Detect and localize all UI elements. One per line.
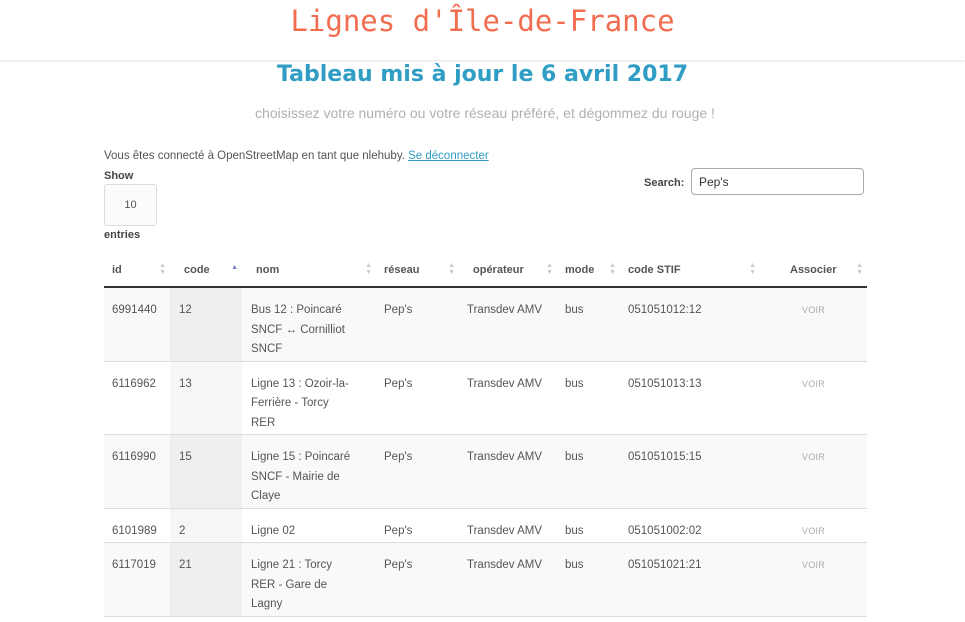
column-header-operateur[interactable]: opérateur ▲ ▼	[459, 254, 557, 288]
cell-id: 6101989	[104, 508, 170, 543]
column-header-mode[interactable]: mode ▲ ▼	[557, 254, 620, 288]
voir-link[interactable]: VOIR	[760, 361, 867, 435]
osm-status-text: Vous êtes connecté à OpenStreetMap en ta…	[104, 150, 405, 162]
sort-both-icon: ▲ ▼	[448, 262, 455, 276]
cell-reseau: Pep's	[376, 361, 459, 435]
table-row[interactable]: 6116962 13 Ligne 13 : Ozoir-la-Ferrière - …	[104, 361, 867, 435]
cell-nom: Ligne 21 : Torcy RER - Gare de Lagny	[242, 542, 376, 617]
cell-reseau: Pep's	[376, 287, 459, 362]
cell-code-stif: 051051002:02	[620, 508, 760, 543]
site-title[interactable]: Lignes d'Île-de-France	[0, 4, 965, 38]
sort-both-icon: ▲ ▼	[365, 262, 372, 276]
cell-operateur: Transdev AMV	[459, 287, 557, 362]
voir-link[interactable]: VOIR	[760, 542, 867, 617]
search-label: Search:	[644, 177, 685, 189]
search-input[interactable]	[691, 168, 864, 195]
cell-code-stif: 051051013:13	[620, 361, 760, 435]
table-row[interactable]: 6101989 2 Ligne 02 Pep's Transdev AMV bus 0510…	[104, 508, 867, 543]
column-header-associer[interactable]: Associer ▲ ▼	[760, 254, 867, 288]
table-row[interactable]: 6116990 15 Ligne 15 : Poincaré SNCF - Mair…	[104, 434, 867, 509]
column-header-reseau[interactable]: réseau ▲ ▼	[376, 254, 459, 288]
sort-both-icon: ▲ ▼	[609, 262, 616, 276]
column-header-label: opérateur	[473, 264, 524, 276]
cell-nom: Ligne 02	[242, 508, 376, 543]
entries-label: entries	[104, 229, 141, 241]
table-body: 6991440 12 Bus 12 : Poincaré SNCF ↔ Cornil…	[104, 287, 867, 617]
logout-link[interactable]: Se déconnecter	[408, 150, 489, 162]
cell-code-stif: 051051015:15	[620, 434, 760, 509]
cell-mode: bus	[557, 434, 620, 509]
voir-link[interactable]: VOIR	[760, 287, 867, 362]
cell-nom: Bus 12 : Poincaré SNCF ↔ Cornilliot SNCF	[242, 287, 376, 362]
cell-operateur: Transdev AMV	[459, 361, 557, 435]
cell-id: 6991440	[104, 287, 170, 362]
cell-reseau: Pep's	[376, 434, 459, 509]
osm-login-status: Vous êtes connecté à OpenStreetMap en ta…	[104, 150, 489, 162]
show-label: Show	[104, 170, 134, 182]
page-length-select[interactable]: 10	[104, 184, 157, 226]
column-header-code[interactable]: code ▲	[170, 254, 242, 288]
cell-reseau: Pep's	[376, 542, 459, 617]
cell-operateur: Transdev AMV	[459, 542, 557, 617]
cell-code: 21	[170, 542, 242, 617]
column-header-label: Associer	[790, 264, 837, 276]
cell-code: 2	[170, 508, 242, 543]
cell-mode: bus	[557, 542, 620, 617]
table-row[interactable]: 6117019 21 Ligne 21 : Torcy RER - Gare de …	[104, 542, 867, 617]
cell-nom: Ligne 15 : Poincaré SNCF - Mairie de Cla…	[242, 434, 376, 509]
sort-both-icon: ▲ ▼	[856, 262, 863, 276]
top-bar: Lignes d'Île-de-France	[0, 0, 965, 60]
page-subtitle: choisissez votre numéro ou votre réseau …	[255, 105, 715, 121]
column-header-label: code	[184, 264, 210, 276]
cell-id: 6116990	[104, 434, 170, 509]
sort-both-icon: ▲ ▼	[546, 262, 553, 276]
table-row[interactable]: 6991440 12 Bus 12 : Poincaré SNCF ↔ Cornil…	[104, 287, 867, 362]
sort-ascending-icon: ▲	[231, 264, 238, 271]
sort-both-icon: ▲ ▼	[749, 262, 756, 276]
sort-both-icon: ▲ ▼	[159, 262, 166, 276]
page-heading: Tableau mis à jour le 6 avril 2017	[276, 62, 689, 87]
cell-nom: Ligne 13 : Ozoir-la-Ferrière - Torcy RER	[242, 361, 376, 435]
cell-reseau: Pep's	[376, 508, 459, 543]
column-header-label: id	[112, 264, 122, 276]
column-header-code-stif[interactable]: code STIF ▲ ▼	[620, 254, 760, 288]
cell-mode: bus	[557, 287, 620, 362]
column-header-label: mode	[565, 264, 595, 276]
cell-mode: bus	[557, 361, 620, 435]
cell-mode: bus	[557, 508, 620, 543]
cell-id: 6117019	[104, 542, 170, 617]
cell-code: 13	[170, 361, 242, 435]
cell-code: 12	[170, 287, 242, 362]
column-header-label: nom	[256, 264, 280, 276]
cell-code-stif: 051051012:12	[620, 287, 760, 362]
cell-code: 15	[170, 434, 242, 509]
cell-code-stif: 051051021:21	[620, 542, 760, 617]
cell-operateur: Transdev AMV	[459, 434, 557, 509]
column-header-label: code STIF	[628, 264, 681, 276]
cell-operateur: Transdev AMV	[459, 508, 557, 543]
cell-id: 6116962	[104, 361, 170, 435]
lines-table: id ▲ ▼ code ▲ nom ▲ ▼ réseau ▲ ▼ opérateur ▲ ▼ mode ▲ ▼ c…	[104, 254, 867, 617]
table-header-row: id ▲ ▼ code ▲ nom ▲ ▼ réseau ▲ ▼ opérateur ▲ ▼ mode ▲ ▼ c…	[104, 254, 867, 288]
column-header-label: réseau	[384, 264, 420, 276]
column-header-id[interactable]: id ▲ ▼	[104, 254, 170, 288]
voir-link[interactable]: VOIR	[760, 434, 867, 509]
column-header-nom[interactable]: nom ▲ ▼	[242, 254, 376, 288]
voir-link[interactable]: VOIR	[760, 508, 867, 543]
